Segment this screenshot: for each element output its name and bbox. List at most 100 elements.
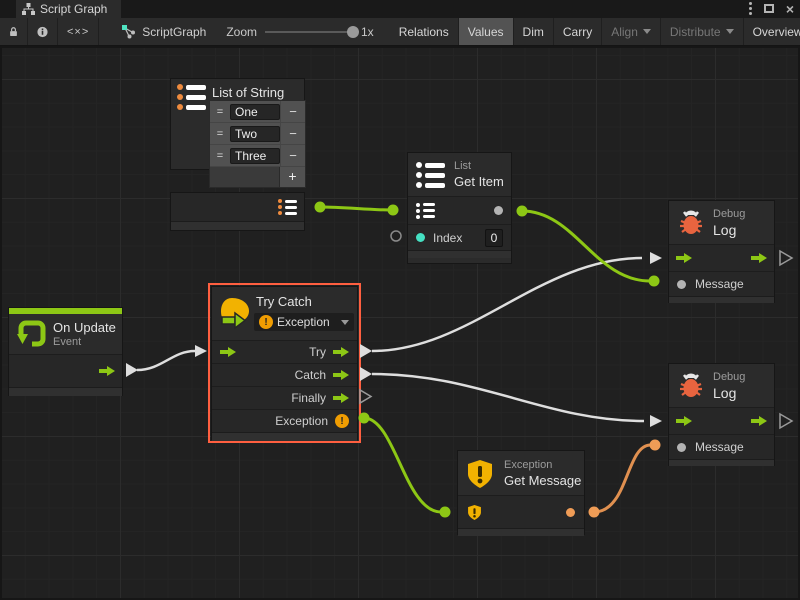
onupdate-out-port-marker[interactable] <box>126 363 138 377</box>
bug-icon <box>677 372 705 400</box>
list-item-field[interactable]: Three <box>230 148 280 164</box>
exception-output-port[interactable]: ! <box>335 414 349 428</box>
dropdown-value: Exception <box>277 315 337 329</box>
finally-out-port-marker[interactable] <box>360 390 371 403</box>
log1-in-arrowhead[interactable] <box>650 252 662 264</box>
getmessage-out-port-marker[interactable] <box>589 507 600 518</box>
message-label: Message <box>695 277 744 291</box>
list-item-row: = One − <box>210 101 305 123</box>
log1-out-port-marker[interactable] <box>780 251 792 265</box>
node-debug-log-1[interactable]: Debug Log Message <box>668 200 775 303</box>
exception-out-port-marker[interactable] <box>359 413 370 424</box>
graph-canvas[interactable]: List of String = One − = Two − = Three −… <box>0 46 800 600</box>
wire-try-to-log1 <box>372 258 642 351</box>
list-icon <box>416 162 446 188</box>
tab-script-graph[interactable]: Script Graph <box>16 0 121 18</box>
flow-input-port[interactable] <box>676 253 692 264</box>
item-output-port[interactable] <box>494 206 503 215</box>
exception-type-dropdown[interactable]: ! Exception <box>254 313 354 331</box>
node-footer <box>458 528 584 536</box>
code-preview-button[interactable]: <×> <box>58 18 99 45</box>
remove-item-button[interactable]: − <box>280 123 305 145</box>
node-category: Debug <box>713 208 745 220</box>
node-list-of-string[interactable]: List of String = One − = Two − = Three −… <box>170 78 305 170</box>
loop-icon <box>16 318 48 350</box>
window-titlebar: Script Graph × <box>0 0 800 18</box>
overview-button[interactable]: Overview <box>744 18 800 45</box>
relations-button[interactable]: Relations <box>390 18 459 45</box>
list-out-port-marker[interactable] <box>315 202 326 213</box>
node-list-of-string-ports[interactable] <box>170 192 305 231</box>
catch-out-port-marker[interactable] <box>360 367 372 381</box>
node-on-update[interactable]: On Update Event <box>8 307 123 396</box>
flow-output-port[interactable] <box>751 416 767 427</box>
maximize-icon[interactable] <box>764 4 774 13</box>
node-get-message[interactable]: Exception Get Message <box>457 450 585 535</box>
index-input-port[interactable] <box>416 233 425 242</box>
node-title: Try Catch <box>256 294 312 309</box>
node-footer <box>669 296 774 303</box>
exception-input-port[interactable] <box>467 504 482 521</box>
flow-input-port[interactable] <box>676 416 692 427</box>
log2-out-port-marker[interactable] <box>780 414 792 428</box>
getitem-in-port-marker[interactable] <box>388 205 399 216</box>
list-output-port[interactable] <box>278 199 297 215</box>
flow-output-port[interactable] <box>99 366 115 377</box>
message-output-port[interactable] <box>566 508 575 517</box>
zoom-control: Zoom 1x <box>216 18 383 45</box>
try-output-port[interactable] <box>333 347 349 358</box>
align-button[interactable]: Align <box>602 18 661 45</box>
catch-output-port[interactable] <box>333 370 349 381</box>
getitem-index-port-marker[interactable] <box>391 231 401 241</box>
list-item-field[interactable]: Two <box>230 126 280 142</box>
wire-onupdate-to-trycatch <box>137 351 195 370</box>
list-item-field[interactable]: One <box>230 104 280 120</box>
node-footer <box>171 221 304 230</box>
node-get-item[interactable]: List Get Item Index 0 <box>407 152 512 264</box>
try-out-port-marker[interactable] <box>360 344 372 358</box>
flow-input-port[interactable] <box>220 347 236 358</box>
info-button[interactable] <box>28 18 58 45</box>
zoom-slider-handle[interactable] <box>347 26 359 38</box>
node-debug-log-2[interactable]: Debug Log Message <box>668 363 775 466</box>
breadcrumb-label: ScriptGraph <box>142 25 206 39</box>
log2-in-arrowhead[interactable] <box>650 415 662 427</box>
carry-button[interactable]: Carry <box>554 18 602 45</box>
remove-item-button[interactable]: − <box>280 145 305 167</box>
try-catch-icon <box>218 296 254 332</box>
node-try-catch[interactable]: Try Catch ! Exception Try Catch Finally … <box>211 286 358 440</box>
message-label: Message <box>695 440 744 454</box>
list-item-row: = Three − <box>210 145 305 167</box>
close-icon[interactable]: × <box>786 3 794 15</box>
log2-message-port-marker[interactable] <box>650 440 661 451</box>
finally-output-port[interactable] <box>333 393 349 404</box>
index-label: Index <box>433 231 477 245</box>
index-value-field[interactable]: 0 <box>485 229 503 247</box>
trycatch-in-arrowhead[interactable] <box>195 345 207 357</box>
add-item-button[interactable]: + <box>279 167 305 187</box>
message-input-port[interactable] <box>677 443 686 452</box>
getitem-out-port-marker[interactable] <box>517 206 528 217</box>
drag-handle-icon[interactable]: = <box>210 128 230 140</box>
zoom-label: Zoom <box>226 25 257 39</box>
values-button[interactable]: Values <box>459 18 514 45</box>
lock-button[interactable] <box>0 18 28 45</box>
drag-handle-icon[interactable]: = <box>210 106 230 118</box>
window-menu-icon[interactable] <box>749 2 752 15</box>
message-input-port[interactable] <box>677 280 686 289</box>
distribute-button[interactable]: Distribute <box>661 18 744 45</box>
flow-output-port[interactable] <box>751 253 767 264</box>
remove-item-button[interactable]: − <box>280 101 305 123</box>
drag-handle-icon[interactable]: = <box>210 150 230 162</box>
node-footer <box>9 387 122 396</box>
list-add-row: + <box>210 167 305 187</box>
node-category: Debug <box>713 371 745 383</box>
dim-button[interactable]: Dim <box>514 18 554 45</box>
getmessage-in-port-marker[interactable] <box>440 507 451 518</box>
exception-label: Exception <box>275 414 328 428</box>
zoom-slider[interactable] <box>265 31 353 33</box>
log1-message-port-marker[interactable] <box>649 276 660 287</box>
node-title: List of String <box>212 85 284 100</box>
list-input-port[interactable] <box>416 203 435 219</box>
breadcrumb[interactable]: ScriptGraph <box>111 18 216 45</box>
